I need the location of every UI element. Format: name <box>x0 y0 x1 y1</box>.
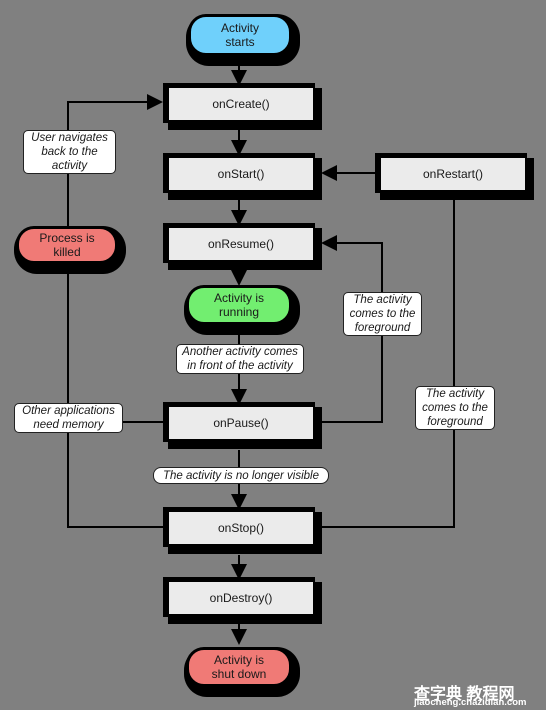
label-another-activity-front: Another activity comes in front of the a… <box>176 344 304 374</box>
label-user-navigates-back: User navigates back to the activity <box>23 130 116 174</box>
node-activity-running: Activity is running <box>186 285 292 325</box>
node-onpause: onPause() <box>167 405 315 441</box>
node-activity-shut-down: Activity is shut down <box>186 647 292 687</box>
label-foreground-resume: The activity comes to the foreground <box>343 292 422 336</box>
watermark-url: jiaocheng.chazidian.com <box>414 697 527 708</box>
edge-onpause-killed <box>67 268 163 423</box>
edge-onstop-killed <box>67 422 163 528</box>
node-onstop: onStop() <box>167 510 315 546</box>
edge-onstop-onrestart <box>319 200 455 528</box>
label-no-longer-visible: The activity is no longer visible <box>153 467 329 484</box>
node-onrestart: onRestart() <box>379 156 527 192</box>
node-activity-starts: Activity starts <box>188 14 292 56</box>
node-onresume: onResume() <box>167 226 315 262</box>
node-onstart: onStart() <box>167 156 315 192</box>
label-foreground-restart: The activity comes to the foreground <box>415 386 495 430</box>
node-oncreate: onCreate() <box>167 86 315 122</box>
label-other-apps-memory: Other applications need memory <box>14 403 123 433</box>
node-ondestroy: onDestroy() <box>167 580 315 616</box>
node-process-killed: Process is killed <box>16 226 118 264</box>
